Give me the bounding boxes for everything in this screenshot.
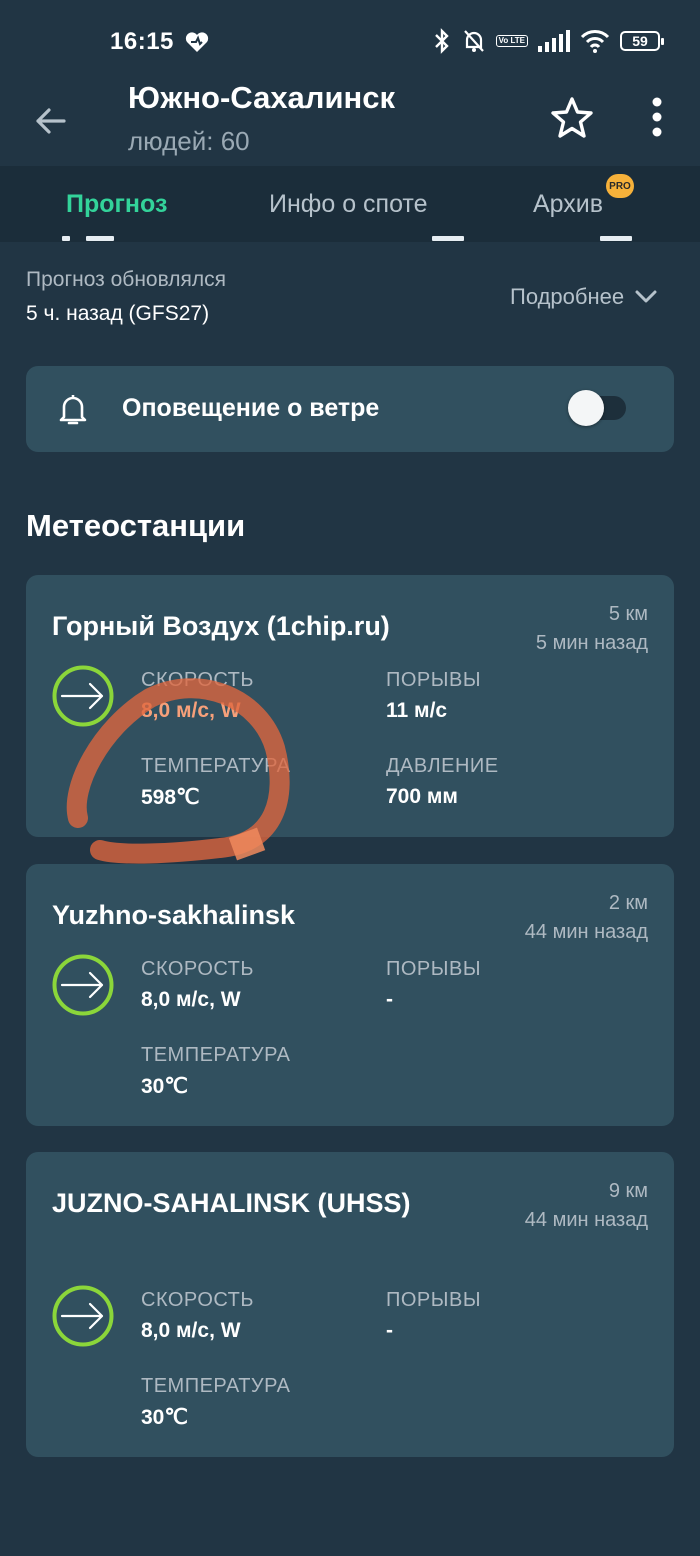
update-value: 5 ч. назад (GFS27) bbox=[26, 302, 210, 325]
station-name: Yuzhno-sakhalinsk bbox=[52, 900, 296, 930]
more-vert-icon bbox=[652, 97, 662, 137]
system-icons: Vo LTE 59 bbox=[432, 28, 664, 54]
station-card[interactable]: Yuzhno-sakhalinsk 2 км 44 мин назад СКОР… bbox=[26, 864, 674, 1126]
speed-value: 8,0 м/с, W bbox=[141, 1319, 241, 1342]
tab-forecast[interactable]: Прогноз bbox=[66, 190, 167, 219]
temperature-label: ТЕМПЕРАТУРА bbox=[141, 1375, 291, 1397]
speed-label: СКОРОСТЬ bbox=[141, 1289, 255, 1311]
app-bar: Южно-Сахалинск людей: 60 bbox=[0, 80, 700, 166]
temperature-label: ТЕМПЕРАТУРА bbox=[141, 1044, 291, 1066]
pro-badge: PRO bbox=[606, 174, 634, 198]
tab-archive[interactable]: Архив bbox=[533, 190, 603, 219]
status-time: 16:15 bbox=[110, 28, 174, 55]
stations-heading: Метеостанции bbox=[26, 508, 246, 543]
temperature-value: 30℃ bbox=[141, 1075, 188, 1098]
battery-icon: 59 bbox=[620, 31, 664, 51]
wind-alert-toggle[interactable] bbox=[568, 390, 626, 426]
bluetooth-icon bbox=[434, 28, 449, 54]
favorite-button[interactable] bbox=[549, 96, 595, 145]
heart-icon bbox=[184, 30, 210, 59]
pressure-label: ДАВЛЕНИЕ bbox=[386, 755, 499, 777]
wind-direction-icon bbox=[52, 665, 114, 727]
update-label: Прогноз обновлялся bbox=[26, 268, 227, 291]
bell-off-icon bbox=[463, 30, 484, 52]
wind-alert-card[interactable]: Оповещение о ветре bbox=[26, 366, 674, 452]
speed-value: 8,0 м/с, W bbox=[141, 699, 241, 722]
station-distance: 2 км bbox=[608, 892, 648, 914]
gusts-label: ПОРЫВЫ bbox=[386, 669, 482, 691]
forecast-strip-edge bbox=[0, 236, 700, 242]
details-label: Подробнее bbox=[510, 284, 625, 309]
pressure-value: 700 мм bbox=[386, 785, 458, 808]
status-bar: 16:15 Vo LTE 59 bbox=[0, 0, 700, 86]
tab-bar: Прогноз Инфо о споте Архив bbox=[0, 166, 700, 242]
gusts-label: ПОРЫВЫ bbox=[386, 1289, 482, 1311]
wind-direction-icon bbox=[52, 954, 114, 1016]
back-button[interactable] bbox=[30, 100, 72, 142]
signal-icon bbox=[538, 30, 570, 52]
page-title: Южно-Сахалинск bbox=[128, 80, 396, 115]
bell-icon bbox=[58, 392, 88, 431]
chevron-down-icon bbox=[635, 290, 657, 303]
speed-value: 8,0 м/с, W bbox=[141, 988, 241, 1011]
more-button[interactable] bbox=[645, 96, 669, 138]
gusts-label: ПОРЫВЫ bbox=[386, 958, 482, 980]
gusts-value: 11 м/с bbox=[386, 699, 448, 722]
wind-alert-label: Оповещение о ветре bbox=[122, 394, 380, 422]
station-distance: 9 км bbox=[608, 1180, 648, 1202]
star-icon bbox=[551, 97, 593, 138]
station-updated: 5 мин назад bbox=[535, 632, 648, 654]
speed-label: СКОРОСТЬ bbox=[141, 958, 255, 980]
gusts-value: - bbox=[386, 1319, 393, 1342]
station-updated: 44 мин назад bbox=[524, 1209, 648, 1231]
temperature-label: ТЕМПЕРАТУРА bbox=[141, 755, 291, 777]
station-card[interactable]: Горный Воздух (1chip.ru) 5 км 5 мин наза… bbox=[26, 575, 674, 837]
tab-spot-info[interactable]: Инфо о споте bbox=[269, 190, 428, 219]
station-name: Горный Воздух (1chip.ru) bbox=[52, 611, 390, 641]
wind-direction-icon bbox=[52, 1285, 114, 1347]
wifi-icon bbox=[580, 30, 610, 53]
station-distance: 5 км bbox=[608, 603, 648, 625]
temperature-value: 598℃ bbox=[141, 786, 200, 809]
gusts-value: - bbox=[386, 988, 393, 1011]
volte-icon: Vo LTE bbox=[495, 35, 528, 47]
speed-label: СКОРОСТЬ bbox=[141, 669, 255, 691]
back-arrow-icon bbox=[36, 108, 66, 134]
station-name: JUZNO-SAHALINSK (UHSS) bbox=[52, 1188, 411, 1218]
station-updated: 44 мин назад bbox=[524, 921, 648, 943]
station-card[interactable]: JUZNO-SAHALINSK (UHSS) 9 км 44 мин назад… bbox=[26, 1152, 674, 1457]
temperature-value: 30℃ bbox=[141, 1406, 188, 1429]
people-count: людей: 60 bbox=[128, 126, 250, 156]
toggle-knob bbox=[568, 390, 604, 426]
details-button[interactable]: Подробнее bbox=[510, 284, 658, 310]
